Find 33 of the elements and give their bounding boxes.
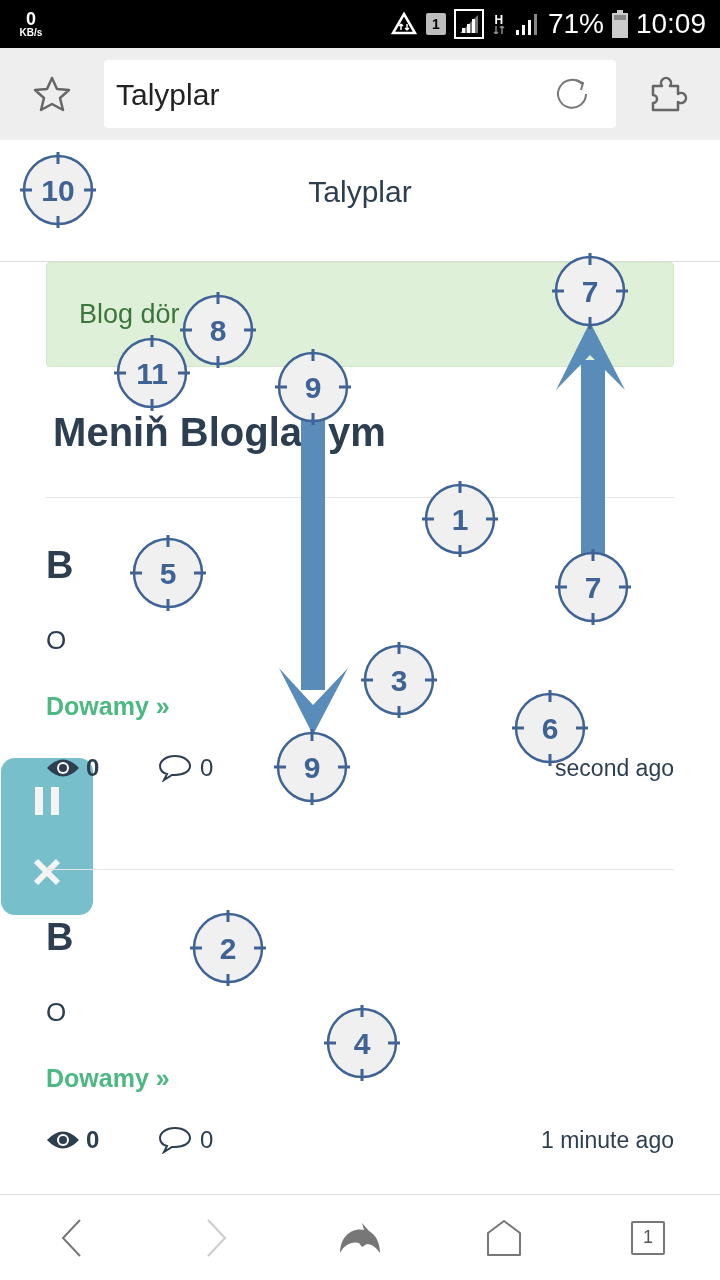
battery-percent: 71% [547,10,604,38]
address-bar[interactable]: Talyplar [104,60,616,128]
data-speed-unit: KB/s [19,28,43,38]
battery-icon [611,10,628,38]
up-down-arrows-icon [492,26,505,34]
network-type: H [494,14,504,26]
post-time: 1 minute ago [541,1125,674,1155]
post-excerpt: O [46,995,67,1029]
view-count: 0 [86,1125,100,1155]
sim-badge: 1 [425,13,446,35]
comment-count: 0 [200,753,214,783]
pause-icon [33,785,61,818]
post-title: B [46,546,74,584]
eye-icon [46,1129,80,1151]
address-text: Talyplar [116,76,221,113]
data-transfer-icon [389,11,418,37]
post-title: B [46,918,74,956]
comment-icon [158,754,192,782]
signal-icon [453,9,484,39]
page-title: Talyplar [308,174,412,210]
comment-count: 0 [200,1125,214,1155]
close-icon [32,856,62,887]
chevron-left-icon [60,1217,84,1258]
signal-icon [513,12,540,36]
alert-message: Blog dör [79,298,180,332]
chevron-right-icon [204,1217,228,1258]
star-icon [32,75,72,113]
home-icon [486,1218,522,1257]
data-speed-value: 0 [26,10,36,28]
clock: 10:09 [635,10,706,38]
comment-icon [158,1126,192,1154]
post-excerpt: O [46,623,67,657]
tabs-button[interactable]: 1 [631,1220,665,1255]
